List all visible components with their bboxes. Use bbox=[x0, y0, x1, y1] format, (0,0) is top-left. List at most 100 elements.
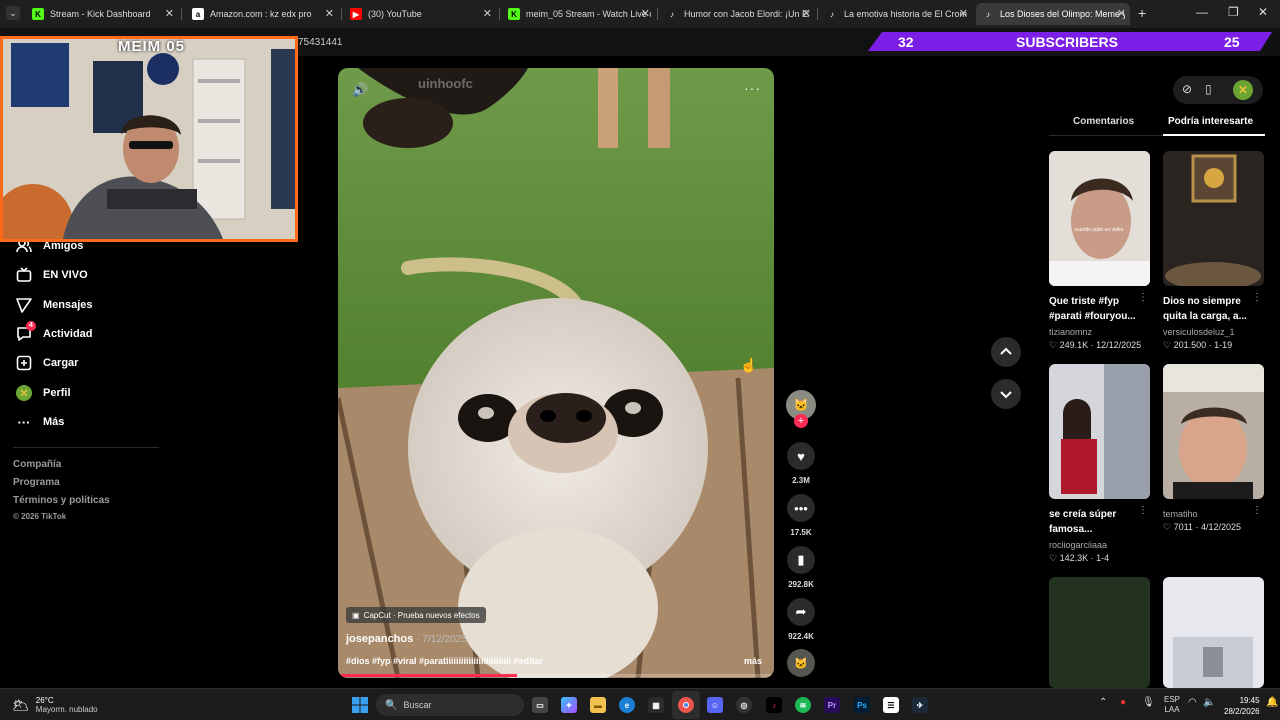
suggested-video-card[interactable]: Dios no siempre quita la carga, a... ⋮ v… bbox=[1163, 151, 1264, 351]
obs-icon[interactable]: ◎ bbox=[736, 697, 752, 713]
spotify-icon[interactable]: ≋ bbox=[795, 697, 811, 713]
tab-podria-interesarte[interactable]: Podría interesarte bbox=[1168, 116, 1253, 127]
footer-link-compania[interactable]: Compañía bbox=[13, 459, 61, 470]
copilot-icon[interactable]: ✦ bbox=[561, 697, 577, 713]
notification-bell-icon[interactable]: 🔔 bbox=[1266, 697, 1278, 708]
video-caption[interactable]: #dios #fyp #viral #paratiiiiiiiiiiiiiiii… bbox=[346, 656, 726, 666]
browser-tab[interactable]: K meim_05 Stream - Watch Live o ✕ bbox=[502, 3, 654, 25]
youtube-icon: ▶ bbox=[350, 8, 362, 20]
steam-icon[interactable]: ✈ bbox=[912, 697, 928, 713]
card-user[interactable]: rociiogarciiaaa bbox=[1049, 540, 1150, 550]
browser-tab-active[interactable]: ♪ Los Dioses del Olimpo: Meme y ✕ bbox=[976, 3, 1130, 25]
suggested-video-card[interactable]: cuando subo un video Que triste #fyp #pa… bbox=[1049, 151, 1150, 351]
windows-start-icon[interactable] bbox=[352, 697, 368, 713]
close-tab-icon[interactable]: ✕ bbox=[802, 7, 811, 20]
language-indicator[interactable]: ESP LAA bbox=[1164, 695, 1180, 715]
sidebar-item-actividad[interactable]: 4 Actividad bbox=[16, 321, 93, 344]
weather-widget[interactable]: 🌥 26°C Mayorm. nublado bbox=[12, 693, 98, 717]
sidebar-item-en-vivo[interactable]: EN VIVO bbox=[16, 265, 88, 285]
share-button[interactable]: ➦ 922.4K bbox=[786, 598, 816, 641]
tiktok-app-icon[interactable]: ♪ bbox=[766, 697, 782, 713]
card-options-icon[interactable]: ⋮ bbox=[1138, 292, 1148, 303]
capcut-icon: ▣ bbox=[352, 610, 360, 620]
discord-icon[interactable]: ☺ bbox=[707, 697, 723, 713]
close-tab-icon[interactable]: ✕ bbox=[165, 7, 174, 20]
close-tab-icon[interactable]: ✕ bbox=[325, 7, 334, 20]
bookmark-icon: ▮ bbox=[797, 552, 805, 567]
footer-copyright: © 2026 TikTok bbox=[13, 512, 67, 521]
footer-link-terminos[interactable]: Términos y políticas bbox=[13, 495, 110, 506]
browser-tab[interactable]: ♪ La emotiva historia de El Crom ✕ bbox=[820, 3, 972, 25]
card-user[interactable]: tizianomnz bbox=[1049, 327, 1150, 337]
suggested-video-card[interactable] bbox=[1163, 577, 1264, 688]
comment-count: 17.5K bbox=[790, 528, 812, 537]
footer-link-programa[interactable]: Programa bbox=[13, 477, 60, 488]
card-options-icon[interactable]: ⋮ bbox=[1252, 292, 1262, 303]
close-window-icon[interactable]: ✕ bbox=[1258, 5, 1268, 19]
profile-avatar-icon[interactable]: ✕ bbox=[1233, 80, 1253, 100]
creator-avatar[interactable]: 🐱 + bbox=[786, 390, 816, 428]
card-options-icon[interactable]: ⋮ bbox=[1252, 505, 1262, 516]
minimize-icon[interactable]: — bbox=[1196, 5, 1208, 19]
like-button[interactable]: ♥ 2.3M bbox=[786, 442, 816, 485]
close-tab-icon[interactable]: ✕ bbox=[641, 7, 650, 20]
edge-icon[interactable]: e bbox=[619, 697, 635, 713]
sound-disc[interactable]: 🐱 bbox=[786, 649, 816, 677]
tray-chevron-icon[interactable]: ⌃ bbox=[1099, 697, 1107, 708]
tab-list-menu-button[interactable]: ⌄ bbox=[6, 6, 20, 20]
browser-tab[interactable]: a Amazon.com : kz edx pro ✕ bbox=[186, 3, 338, 25]
card-options-icon[interactable]: ⋮ bbox=[1138, 505, 1148, 516]
browser-tab[interactable]: ▶ (30) YouTube ✕ bbox=[344, 3, 496, 25]
comment-button[interactable]: ••• 17.5K bbox=[786, 494, 816, 537]
card-user[interactable]: tematiho bbox=[1163, 509, 1264, 519]
clock[interactable]: 19:45 28/2/2026 bbox=[1224, 695, 1260, 717]
file-explorer-icon[interactable]: ▬ bbox=[590, 697, 606, 713]
tab-comentarios[interactable]: Comentarios bbox=[1073, 116, 1134, 127]
volume-icon[interactable]: 🔈 bbox=[1203, 697, 1215, 708]
store-icon[interactable]: ▦ bbox=[648, 697, 664, 713]
device-icon[interactable]: ▯ bbox=[1205, 82, 1212, 96]
card-user[interactable]: versiculosdeluz_1 bbox=[1163, 327, 1264, 337]
mute-icon[interactable]: 🔊 bbox=[352, 82, 368, 98]
previous-video-button[interactable] bbox=[991, 337, 1021, 367]
save-button[interactable]: ▮ 292.8K bbox=[786, 546, 816, 589]
sidebar-item-mas[interactable]: ··· Más bbox=[16, 412, 65, 432]
tray-app-icon[interactable]: ● bbox=[1120, 697, 1126, 708]
close-tab-icon[interactable]: ✕ bbox=[483, 7, 492, 20]
more-icon: ··· bbox=[17, 414, 31, 430]
follow-plus-icon[interactable]: + bbox=[794, 414, 808, 428]
kick-icon: K bbox=[508, 8, 520, 20]
microphone-icon[interactable]: 🎙 bbox=[1142, 697, 1155, 708]
next-video-button[interactable] bbox=[991, 379, 1021, 409]
video-frame bbox=[338, 68, 774, 678]
premiere-icon[interactable]: Pr bbox=[824, 697, 840, 713]
close-tab-icon[interactable]: ✕ bbox=[959, 7, 968, 20]
sidebar-item-perfil[interactable]: ✕ Perfil bbox=[16, 383, 71, 403]
compass-icon[interactable]: ⊘ bbox=[1182, 82, 1192, 96]
video-progress-track[interactable] bbox=[338, 674, 774, 677]
caption-more-link[interactable]: más bbox=[744, 656, 762, 666]
browser-tab[interactable]: ♪ Humor con Jacob Elordi: ¡Un Ex ✕ bbox=[660, 3, 815, 25]
heart-outline-icon: ♡ bbox=[1163, 522, 1174, 532]
restore-icon[interactable]: ❐ bbox=[1228, 5, 1239, 19]
wifi-icon[interactable]: ◠ bbox=[1188, 697, 1197, 708]
new-tab-button[interactable]: + bbox=[1138, 5, 1146, 21]
video-player[interactable]: 🔊 uinhoofc ··· ▣ CapCut · Prueba nuevos … bbox=[338, 68, 774, 678]
browser-tab[interactable]: K Stream - Kick Dashboard ✕ bbox=[26, 3, 178, 25]
stream-app-icon[interactable]: ☰ bbox=[883, 697, 899, 713]
sidebar-divider bbox=[13, 447, 159, 448]
photoshop-icon[interactable]: Ps bbox=[854, 697, 870, 713]
video-options-icon[interactable]: ··· bbox=[744, 80, 761, 96]
task-view-icon[interactable]: ▭ bbox=[532, 697, 548, 713]
clock-date: 28/2/2026 bbox=[1224, 707, 1260, 716]
close-tab-icon[interactable]: ✕ bbox=[1117, 7, 1126, 20]
sidebar-item-cargar[interactable]: Cargar bbox=[16, 353, 78, 373]
suggested-video-card[interactable]: ⋮ tematiho ♡ 7011 · 4/12/2025 bbox=[1163, 364, 1264, 533]
suggested-video-card[interactable]: se creía súper famosa... ⋮ rociiogarciia… bbox=[1049, 364, 1150, 564]
capcut-chip[interactable]: ▣ CapCut · Prueba nuevos efectos bbox=[346, 607, 486, 623]
taskbar-search[interactable]: 🔍 Buscar bbox=[376, 694, 524, 716]
suggested-video-card[interactable] bbox=[1049, 577, 1150, 688]
video-author[interactable]: josepanchos bbox=[346, 633, 413, 645]
sidebar-item-mensajes[interactable]: Mensajes bbox=[16, 295, 93, 315]
subscribers-banner: 32 SUBSCRIBERS 25 bbox=[868, 32, 1280, 51]
